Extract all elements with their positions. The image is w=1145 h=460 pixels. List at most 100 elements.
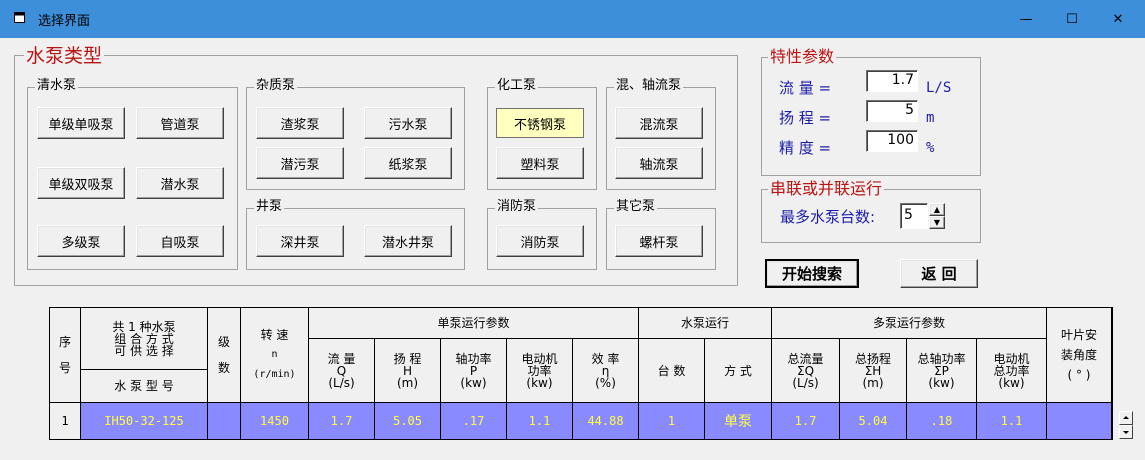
back-button[interactable]: 返 回	[900, 259, 978, 288]
header-seq-2: 号	[58, 361, 71, 375]
minimize-button[interactable]: —	[1003, 0, 1049, 38]
head-unit: m	[926, 110, 935, 126]
header-blade: 叶片安 装角度 ( ° )	[1047, 307, 1112, 403]
header-tmotor-3: (kw)	[998, 375, 1025, 390]
header-speed-3: (r/min)	[253, 369, 296, 380]
header-speed: 转 速 n (r/min)	[241, 307, 309, 403]
header-thead-2: ΣH	[864, 363, 882, 378]
header-head-1: 扬 程	[393, 351, 422, 366]
header-head: 扬 程 H (m)	[375, 339, 441, 403]
header-mode: 方 式	[705, 339, 772, 403]
header-blade-1: 叶片安	[1060, 328, 1097, 342]
header-seq: 序 号	[49, 307, 81, 403]
row-count[interactable]: 1	[639, 403, 705, 440]
spin-up-arrow-icon[interactable]: ▲	[929, 203, 945, 216]
table-scrollbar[interactable]	[1112, 307, 1140, 440]
header-speed-1: 转 速	[260, 328, 289, 342]
jing-legend: 井泵	[254, 199, 285, 215]
header-flow-1: 流 量	[327, 351, 356, 366]
header-flow-3: (L/s)	[328, 375, 355, 390]
header-blade-3: ( ° )	[1067, 368, 1091, 382]
max-pumps-spinner[interactable]: ▲ ▼	[929, 203, 945, 229]
header-flow-2: Q	[336, 363, 347, 378]
max-pumps-input[interactable]: 5	[900, 203, 928, 229]
row-seq[interactable]: 1	[49, 403, 81, 440]
header-tshaft-1: 总轴功率	[917, 351, 966, 366]
maximize-button[interactable]: ☐	[1049, 0, 1095, 38]
submersible-pump-button[interactable]: 潜水泵	[136, 167, 224, 199]
deep-well-pump-button[interactable]: 深井泵	[256, 225, 344, 257]
spin-down-arrow-icon[interactable]: ▼	[929, 216, 945, 229]
sewage-pump-button[interactable]: 污水泵	[364, 107, 452, 139]
row-blade[interactable]	[1047, 403, 1112, 440]
row-tmotor[interactable]: 1.1	[977, 403, 1047, 440]
precision-input[interactable]: 100	[866, 130, 918, 152]
start-search-button[interactable]: 开始搜索	[765, 259, 859, 288]
header-eff-2: η	[601, 363, 610, 378]
pipeline-pump-button[interactable]: 管道泵	[136, 107, 224, 139]
fire-pump-button[interactable]: 消防泵	[496, 225, 584, 257]
row-stage[interactable]	[208, 403, 241, 440]
header-tmotor: 电动机 总功率 (kw)	[977, 339, 1047, 403]
scroll-down-arrow-icon[interactable]	[1119, 425, 1133, 439]
row-speed[interactable]: 1450	[241, 403, 309, 440]
header-tshaft-2: ΣP	[934, 363, 949, 378]
screw-pump-button[interactable]: 螺杆泵	[615, 225, 703, 257]
row-flow[interactable]: 1.7	[309, 403, 375, 440]
header-motor-2: 功率	[527, 363, 552, 378]
scroll-up-arrow-icon[interactable]	[1119, 411, 1133, 425]
header-shaft-3: (kw)	[460, 375, 487, 390]
header-tflow-2: ΣQ	[796, 363, 815, 378]
header-stage-2: 数	[217, 361, 230, 375]
window-title: 选择界面	[38, 14, 91, 29]
header-eff-1: 效 率	[591, 351, 620, 366]
stainless-steel-pump-button[interactable]: 不锈钢泵	[496, 108, 584, 138]
header-tflow-1: 总流量	[787, 351, 824, 366]
header-speed-2: n	[271, 349, 278, 360]
header-thead-3: (m)	[862, 375, 884, 390]
head-label: 扬 程 =	[779, 109, 832, 127]
qita-legend: 其它泵	[614, 199, 658, 215]
pulp-pump-button[interactable]: 纸浆泵	[364, 147, 452, 179]
axial-flow-pump-button[interactable]: 轴流泵	[615, 147, 703, 179]
header-shaft: 轴功率 P (kw)	[441, 339, 507, 403]
row-head[interactable]: 5.05	[375, 403, 441, 440]
single-suction-pump-button[interactable]: 单级单吸泵	[37, 107, 125, 139]
row-tshaft[interactable]: .18	[907, 403, 977, 440]
header-stage-1: 级	[217, 335, 230, 349]
header-motor-3: (kw)	[526, 375, 553, 390]
multistage-pump-button[interactable]: 多级泵	[37, 225, 125, 257]
row-thead[interactable]: 5.04	[840, 403, 907, 440]
hunzhou-legend: 混、轴流泵	[614, 78, 684, 94]
header-tflow: 总流量 ΣQ (L/s)	[772, 339, 840, 403]
header-model-top: 共 1 种水泵 组 合 方 式 可 供 选 择	[81, 307, 208, 370]
header-eff: 效 率 η (%)	[573, 339, 639, 403]
row-eff[interactable]: 44.88	[573, 403, 639, 440]
header-tmotor-1: 电动机	[993, 351, 1030, 366]
row-motor[interactable]: 1.1	[507, 403, 573, 440]
series-legend: 串联或并联运行	[768, 179, 885, 199]
flow-label: 流 量 =	[779, 79, 832, 97]
submersible-well-pump-button[interactable]: 潜水井泵	[364, 225, 452, 257]
row-shaft[interactable]: .17	[441, 403, 507, 440]
self-priming-pump-button[interactable]: 自吸泵	[136, 225, 224, 257]
row-tflow[interactable]: 1.7	[772, 403, 840, 440]
row-model[interactable]: IH50-32-125	[81, 403, 208, 440]
slurry-pump-button[interactable]: 渣浆泵	[256, 107, 344, 139]
flow-input[interactable]: 1.7	[866, 70, 918, 92]
header-eff-3: (%)	[595, 375, 616, 390]
plastic-pump-button[interactable]: 塑料泵	[496, 147, 584, 179]
submersible-sewage-pump-button[interactable]: 潜污泵	[256, 147, 344, 179]
header-head-2: H	[402, 363, 413, 378]
header-run-group: 水泵运行	[639, 307, 772, 339]
header-tmotor-2: 总功率	[993, 363, 1030, 378]
mixed-flow-pump-button[interactable]: 混流泵	[615, 107, 703, 139]
pump-type-legend: 水泵类型	[24, 45, 105, 67]
double-suction-pump-button[interactable]: 单级双吸泵	[37, 167, 125, 199]
close-button[interactable]: ✕	[1095, 0, 1141, 38]
head-input[interactable]: 5	[866, 100, 918, 122]
header-blade-2: 装角度	[1060, 348, 1097, 362]
row-mode[interactable]: 单泵	[705, 403, 772, 440]
header-shaft-1: 轴功率	[455, 351, 492, 366]
header-model-top-1: 共 1 种水泵	[112, 319, 176, 334]
